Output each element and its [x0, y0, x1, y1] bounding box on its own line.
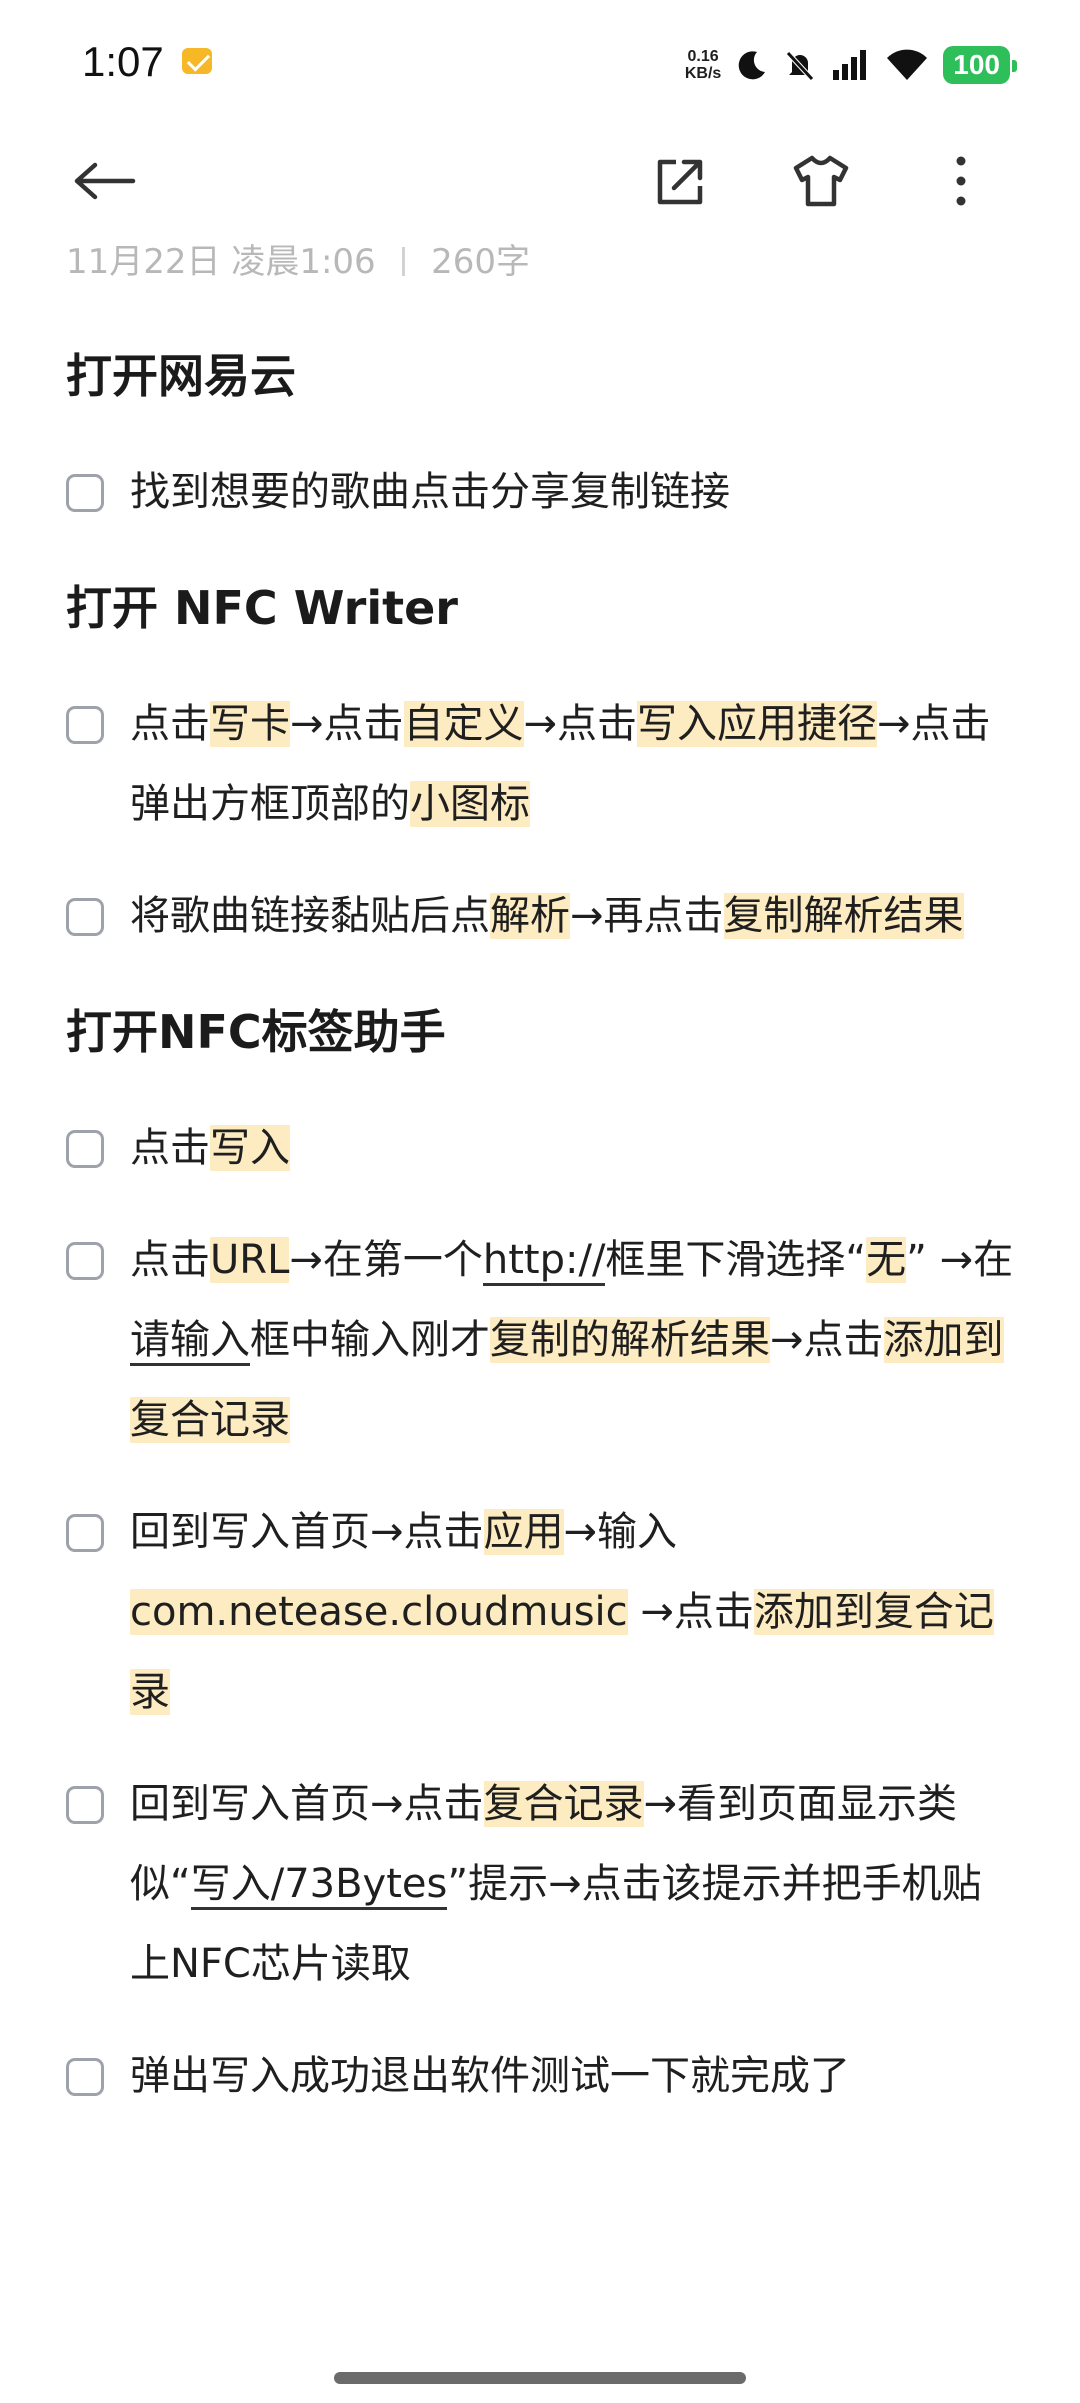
note-word-count: 260字	[431, 242, 531, 276]
checkbox[interactable]	[66, 1130, 104, 1168]
highlight-text: 复制的解析结果	[490, 1317, 770, 1363]
checklist-item[interactable]: 回到写入首页→点击复合记录→看到页面显示类似“写入/73Bytes”提示→点击该…	[66, 1764, 1016, 2004]
item-text: →再点击	[570, 893, 724, 939]
highlight-text: URL	[210, 1237, 290, 1283]
checklist-item[interactable]: 点击写卡→点击自定义→点击写入应用捷径→点击弹出方框顶部的小图标	[66, 684, 1016, 844]
highlight-text: 自定义	[403, 701, 524, 747]
item-text: 找到想要的歌曲点击分享复制链接	[130, 469, 730, 515]
network-speed-value: 0.16	[687, 48, 719, 65]
highlight-text: 写入应用捷径	[637, 701, 878, 747]
item-text: 回到写入首页→点击	[130, 1509, 484, 1555]
highlight-text: 复合记录	[483, 1781, 644, 1827]
checkbox[interactable]	[66, 1786, 104, 1824]
shirt-icon	[793, 155, 849, 207]
item-text: →输入	[563, 1509, 678, 1555]
network-speed-unit: KB/s	[684, 65, 722, 82]
back-arrow-icon	[74, 162, 136, 200]
more-button[interactable]	[928, 148, 994, 214]
meta-divider: |	[397, 242, 410, 276]
highlight-text: com.netease.cloudmusic	[130, 1589, 628, 1635]
checklist-item[interactable]: 将歌曲链接黏贴后点解析→再点击复制解析结果	[66, 876, 1016, 956]
note-meta: 11月22日 凌晨1:06 | 260字	[66, 236, 530, 276]
highlight-text: 小图标	[410, 781, 530, 827]
note-content: 打开网易云 找到想要的歌曲点击分享复制链接 打开 NFC Writer 点击写卡…	[66, 336, 1016, 2116]
share-button[interactable]	[648, 148, 714, 214]
checklist-item[interactable]: 点击写入	[66, 1108, 1016, 1188]
checklist-item[interactable]: 点击URL→在第一个http://框里下滑选择“无” →在请输入框中输入刚才复制…	[66, 1220, 1016, 1460]
highlight-text: 应用	[483, 1509, 564, 1555]
back-button[interactable]	[72, 148, 138, 214]
highlight-text: 解析	[490, 893, 570, 939]
moon-icon	[738, 51, 766, 80]
highlight-text: 无	[866, 1237, 907, 1283]
underlined-text: 写入/73Bytes	[190, 1861, 448, 1910]
home-indicator[interactable]	[334, 2372, 746, 2384]
signal-icon	[833, 50, 867, 80]
section-heading[interactable]: 打开网易云	[66, 336, 1016, 416]
highlight-text: 写入	[210, 1125, 290, 1171]
checklist-item[interactable]: 回到写入首页→点击应用→输入 com.netease.cloudmusic →点击…	[66, 1492, 1016, 1732]
top-toolbar	[0, 130, 1080, 230]
item-text: 框中输入刚才	[250, 1317, 490, 1363]
item-text: 点击	[130, 1237, 210, 1283]
item-text: 将歌曲链接黏贴后点	[130, 893, 490, 939]
checkbox[interactable]	[66, 1242, 104, 1280]
status-time: 1:07	[82, 38, 164, 85]
checkbox[interactable]	[66, 898, 104, 936]
underlined-text: 请输入	[130, 1317, 250, 1366]
checkbox[interactable]	[66, 2058, 104, 2096]
checklist-item[interactable]: 弹出写入成功退出软件测试一下就完成了	[66, 2036, 1016, 2116]
item-text: →点击	[523, 701, 638, 747]
underlined-text: http://	[482, 1237, 606, 1286]
item-text: →点击	[290, 701, 404, 747]
checkbox[interactable]	[66, 474, 104, 512]
item-text: ” →在	[906, 1237, 1014, 1283]
section-heading[interactable]: 打开 NFC Writer	[66, 568, 1016, 648]
item-text: 回到写入首页→点击	[130, 1781, 484, 1827]
checkbox[interactable]	[66, 1514, 104, 1552]
share-icon	[657, 159, 703, 205]
item-text: 框里下滑选择“	[605, 1237, 867, 1283]
battery-indicator: 100	[943, 46, 1017, 84]
more-icon	[956, 156, 966, 206]
network-speed: 0.16 KB/s	[685, 48, 721, 82]
item-text: 点击	[130, 1125, 210, 1171]
checklist-item[interactable]: 找到想要的歌曲点击分享复制链接	[66, 452, 1016, 532]
highlight-text: 写卡	[210, 701, 290, 747]
highlight-text: 复制解析结果	[723, 893, 964, 939]
mail-notification-icon	[182, 48, 212, 74]
section-heading[interactable]: 打开NFC标签助手	[66, 992, 1016, 1072]
mute-bell-icon	[786, 51, 815, 81]
item-text: →点击	[770, 1317, 884, 1363]
status-bar: 1:07 0.16 KB/s 100	[0, 0, 1080, 130]
item-text: →点击	[627, 1589, 754, 1635]
wifi-icon	[887, 49, 928, 80]
item-text: 弹出写入成功退出软件测试一下就完成了	[130, 2053, 850, 2099]
status-icons: 0.16 KB/s 100	[685, 40, 1017, 90]
note-date: 11月22日 凌晨1:06	[66, 242, 376, 276]
item-text: 点击	[130, 701, 210, 747]
theme-button[interactable]	[788, 148, 854, 214]
checkbox[interactable]	[66, 706, 104, 744]
item-text: →在第一个	[289, 1237, 483, 1283]
